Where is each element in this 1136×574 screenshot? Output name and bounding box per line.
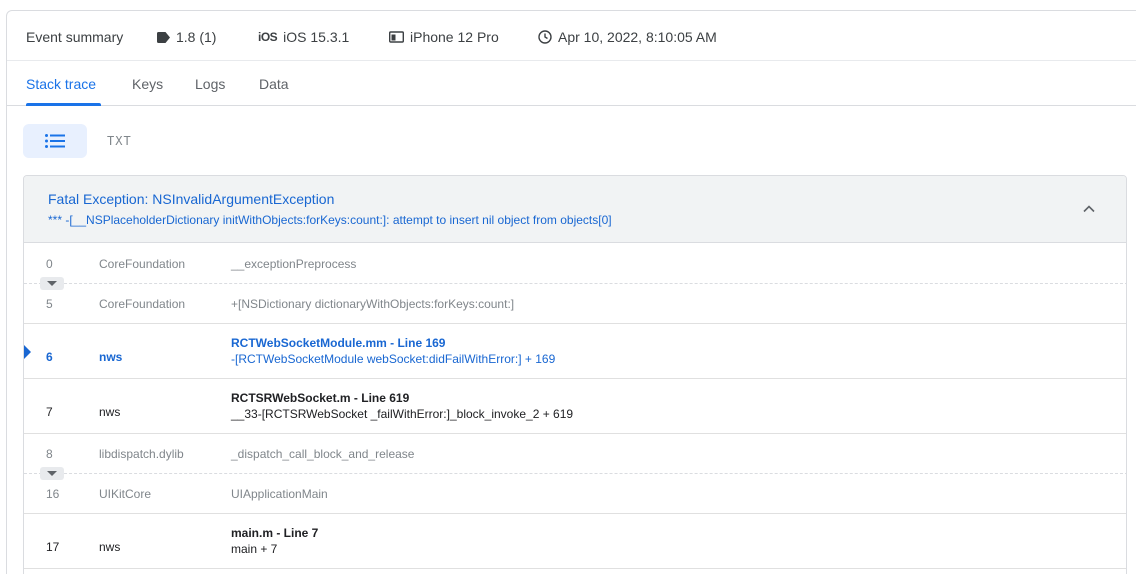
frame-row[interactable]: 17 nws main.m - Line 7 main + 7 — [24, 514, 1126, 569]
frame-symbol: UIApplicationMain — [231, 487, 328, 501]
frame-row[interactable]: 5 CoreFoundation +[NSDictionary dictiona… — [24, 284, 1126, 324]
frame-file[interactable]: RCTWebSocketModule.mm - Line 169 — [231, 336, 445, 350]
frame-row-highlighted[interactable]: 6 nws RCTWebSocketModule.mm - Line 169 -… — [24, 324, 1126, 379]
expand-frames-button[interactable] — [40, 467, 64, 480]
timestamp-text: Apr 10, 2022, 8:10:05 AM — [558, 29, 717, 45]
txt-view-button[interactable]: TXT — [107, 134, 132, 148]
tab-bar: Stack trace Keys Logs Data — [7, 62, 1136, 106]
os-info: iOS iOS 15.3.1 — [258, 29, 349, 45]
exception-header[interactable]: Fatal Exception: NSInvalidArgumentExcept… — [24, 176, 1126, 243]
frame-symbol: __exceptionPreprocess — [231, 257, 357, 271]
version-text: 1.8 (1) — [176, 29, 217, 45]
tab-data[interactable]: Data — [259, 76, 289, 92]
frame-symbol: main + 7 — [231, 542, 278, 556]
list-icon — [45, 134, 65, 148]
frame-number: 5 — [46, 297, 53, 311]
summary-title: Event summary — [26, 29, 124, 45]
frame-number: 7 — [46, 405, 53, 419]
ios-badge-icon: iOS — [258, 30, 278, 44]
frame-file[interactable]: main.m - Line 7 — [231, 526, 318, 540]
frame-library: nws — [99, 350, 123, 364]
frame-row[interactable]: 8 libdispatch.dylib _dispatch_call_block… — [24, 434, 1126, 474]
frame-number: 17 — [46, 540, 60, 554]
frame-number: 6 — [46, 350, 53, 364]
frame-library: nws — [99, 540, 121, 554]
frame-symbol: +[NSDictionary dictionaryWithObjects:for… — [231, 297, 515, 311]
frame-library: CoreFoundation — [99, 257, 186, 271]
timestamp-info: Apr 10, 2022, 8:10:05 AM — [538, 29, 717, 45]
frame-row[interactable]: 0 CoreFoundation __exceptionPreprocess — [24, 244, 1126, 284]
frame-row[interactable]: 16 UIKitCore UIApplicationMain — [24, 474, 1126, 514]
clock-icon — [538, 30, 552, 44]
expand-triangle-icon — [47, 471, 57, 476]
event-summary-bar: Event summary 1.8 (1) iOS iOS 15.3.1 iPh… — [7, 11, 1136, 61]
top-edge — [0, 0, 1136, 5]
frame-library: CoreFoundation — [99, 297, 186, 311]
active-tab-indicator — [26, 103, 101, 106]
device-text: iPhone 12 Pro — [410, 29, 499, 45]
frame-symbol: -[RCTWebSocketModule webSocket:didFailWi… — [231, 352, 556, 366]
stack-trace-panel: Fatal Exception: NSInvalidArgumentExcept… — [23, 175, 1127, 574]
frame-library: UIKitCore — [99, 487, 152, 501]
device-info: iPhone 12 Pro — [389, 29, 499, 45]
expand-frames-button[interactable] — [40, 277, 64, 290]
expand-triangle-icon — [47, 281, 57, 286]
device-icon — [389, 31, 404, 43]
frame-library: libdispatch.dylib — [99, 447, 184, 461]
frame-row[interactable]: 7 nws RCTSRWebSocket.m - Line 619 __33-[… — [24, 379, 1126, 434]
exception-title: Fatal Exception: NSInvalidArgumentExcept… — [48, 191, 335, 207]
version-info: 1.8 (1) — [157, 29, 216, 45]
frame-library: nws — [99, 405, 121, 419]
os-text: iOS 15.3.1 — [283, 29, 350, 45]
exception-message: *** -[__NSPlaceholderDictionary initWith… — [48, 213, 612, 227]
tag-icon — [157, 31, 170, 43]
blame-marker-icon — [24, 345, 31, 359]
tab-stack-trace[interactable]: Stack trace — [26, 76, 96, 92]
chevron-up-icon[interactable] — [1082, 202, 1096, 216]
event-card: Event summary 1.8 (1) iOS iOS 15.3.1 iPh… — [6, 10, 1136, 574]
frame-symbol: __33-[RCTSRWebSocket _failWithError:]_bl… — [231, 407, 574, 421]
frame-number: 0 — [46, 257, 53, 271]
frame-symbol: _dispatch_call_block_and_release — [231, 447, 415, 461]
frame-file[interactable]: RCTSRWebSocket.m - Line 619 — [231, 391, 409, 405]
tab-logs[interactable]: Logs — [195, 76, 225, 92]
tab-keys[interactable]: Keys — [132, 76, 163, 92]
frame-number: 8 — [46, 447, 53, 461]
list-view-button[interactable] — [23, 124, 87, 158]
frame-number: 16 — [46, 487, 60, 501]
